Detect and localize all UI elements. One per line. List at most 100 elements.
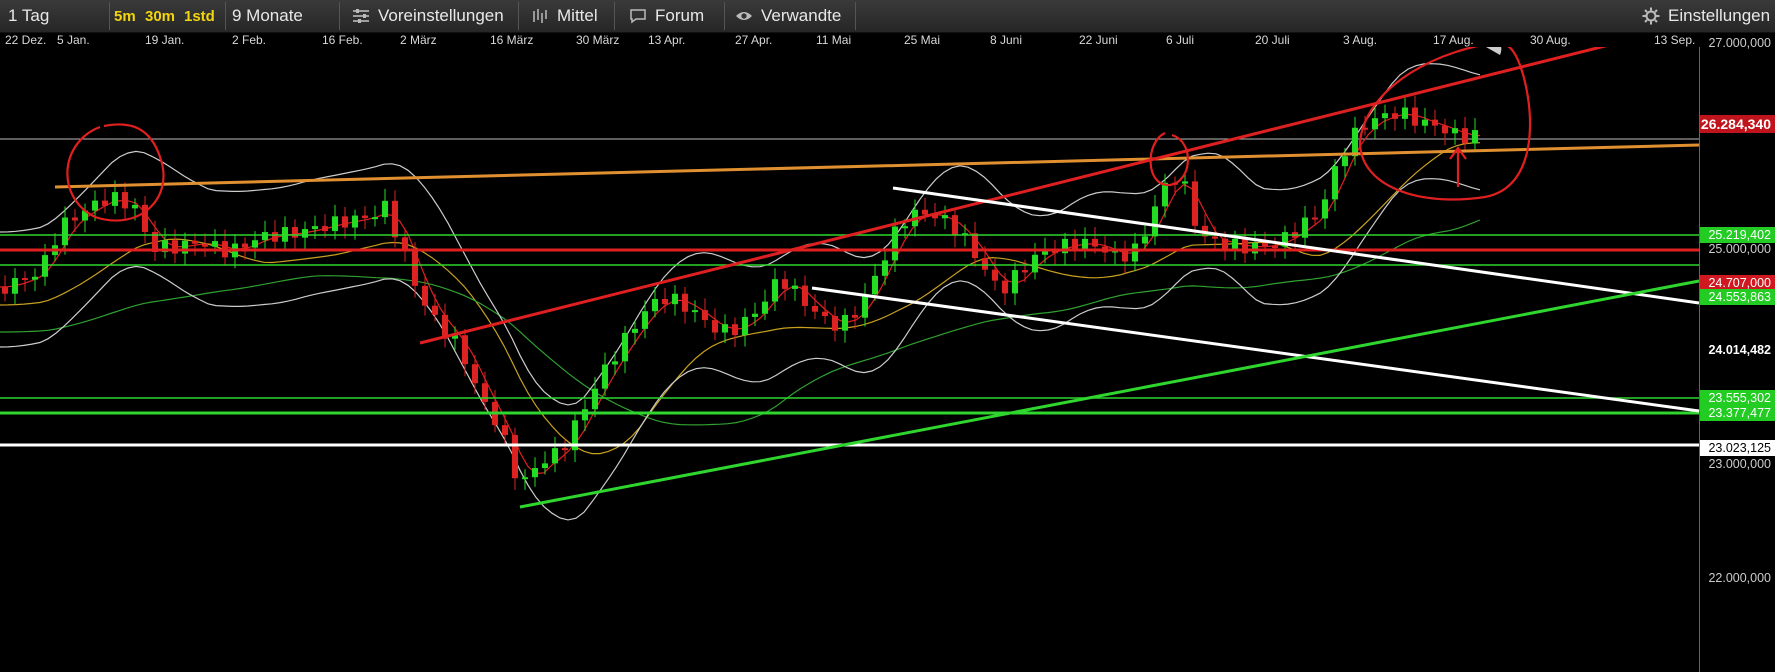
cursor-marker-icon: [1486, 47, 1502, 55]
forum-button[interactable]: Forum: [629, 2, 725, 30]
price-axis-label: 22.000,000: [1708, 571, 1771, 585]
price-axis-label: 27.000,000: [1708, 36, 1771, 50]
average-button[interactable]: Mittel: [531, 2, 615, 30]
date-label: 11 Mai: [816, 33, 852, 47]
candle-body: [992, 269, 998, 281]
chart-toolbar: 1 Tag 5m 30m 1std 9 Monate Voreinstellun…: [0, 0, 1775, 33]
candle-body: [1412, 107, 1418, 126]
candle-body: [612, 361, 618, 365]
candle-body: [1182, 181, 1188, 184]
timeframe-label: 1 Tag: [8, 6, 50, 25]
settings-button[interactable]: Einstellungen: [1642, 2, 1770, 30]
candle-body: [762, 301, 768, 314]
date-label: 30 Aug.: [1530, 33, 1571, 47]
candle-body: [462, 335, 468, 365]
date-label: 5 Jan.: [57, 33, 90, 47]
sliders-icon: [352, 8, 370, 24]
candle-body: [202, 243, 208, 247]
related-label: Verwandte: [761, 6, 842, 25]
date-label: 27 Apr.: [735, 33, 773, 47]
candle-body: [812, 305, 818, 312]
date-label: 8 Juni: [990, 33, 1023, 47]
candle-body: [522, 477, 528, 480]
candle-body: [722, 324, 728, 333]
timeframe-select[interactable]: 1 Tag: [0, 2, 110, 30]
candle-body: [182, 240, 188, 254]
interval-30m-label: 30m: [145, 7, 176, 25]
candle-body: [502, 425, 508, 436]
interval-1std-label: 1std: [184, 7, 215, 25]
candle-body: [692, 310, 698, 313]
date-label: 2 Feb.: [232, 33, 267, 47]
candle-body: [432, 305, 438, 315]
gear-icon: [1642, 7, 1660, 25]
candle-body: [212, 241, 218, 247]
interval-5m-button[interactable]: 5m: [114, 2, 136, 30]
date-label: 13 Apr.: [648, 33, 686, 47]
date-label: 6 Juli: [1166, 33, 1195, 47]
date-label: 13 Sep.: [1654, 33, 1696, 47]
date-label: 19 Jan.: [145, 33, 185, 47]
candle-body: [132, 204, 138, 209]
date-label: 25 Mai: [904, 33, 941, 47]
trendline-orange: [54, 143, 1700, 189]
candle-body: [632, 328, 638, 333]
interval-30m-button[interactable]: 30m: [145, 2, 175, 30]
trendline-red-rising: [419, 47, 1608, 345]
candle-body: [342, 216, 348, 228]
candle-body: [732, 324, 738, 336]
candle-body: [972, 233, 978, 259]
candle-body: [952, 215, 958, 236]
candle-body: [592, 388, 598, 410]
candle-body: [1152, 206, 1158, 237]
candle-body: [1022, 270, 1028, 273]
forum-label: Forum: [655, 6, 705, 25]
candle-body: [682, 293, 688, 312]
candle-body: [472, 364, 478, 384]
candle-body: [552, 448, 558, 464]
candle-body: [1212, 236, 1218, 239]
current-price-tag: 26.284,340: [1700, 115, 1775, 133]
speech-bubble-icon: [629, 8, 647, 24]
date-label: 17 Aug.: [1433, 33, 1474, 47]
candle-body: [1422, 119, 1428, 126]
price-tag-green: 23.377,477: [1700, 405, 1775, 421]
candle-body: [1012, 270, 1018, 294]
candle-body: [1032, 254, 1038, 273]
candle-body: [1332, 166, 1338, 200]
date-label: 20 Juli: [1255, 33, 1290, 47]
range-select[interactable]: 9 Monate: [232, 2, 340, 30]
candle-body: [1312, 217, 1318, 220]
date-label: 30 März: [576, 33, 620, 47]
candle-body: [272, 232, 278, 242]
candle-body: [832, 316, 838, 331]
candle-body: [582, 409, 588, 421]
candle-body: [262, 232, 268, 241]
candle-body: [1382, 113, 1388, 119]
candle-body: [902, 226, 908, 229]
candle-body: [1092, 238, 1098, 247]
candle-body: [352, 215, 358, 228]
candle-body: [842, 315, 848, 331]
candle-body: [782, 279, 788, 289]
candle-body: [872, 275, 878, 295]
candle-body: [12, 278, 18, 294]
presets-button[interactable]: Voreinstellungen: [352, 2, 519, 30]
candle-body: [1232, 238, 1238, 249]
drawn-trendlines: [0, 47, 1700, 509]
related-button[interactable]: Verwandte: [735, 2, 856, 30]
candle-body: [822, 311, 828, 317]
candle-body: [1002, 280, 1008, 294]
interval-5m-label: 5m: [114, 7, 136, 25]
price-tag-green: 24.553,863: [1700, 289, 1775, 305]
candle-body: [312, 226, 318, 230]
moving-average-medium: [0, 142, 1481, 455]
date-label: 22 Dez.: [5, 33, 47, 47]
candle-body: [102, 200, 108, 206]
interval-1std-button[interactable]: 1std: [184, 2, 226, 30]
price-tag-white: 23.023,125: [1700, 440, 1775, 456]
price-chart-canvas[interactable]: [0, 47, 1775, 672]
candle-body: [752, 313, 758, 317]
candle-body: [362, 215, 368, 219]
candle-body: [1462, 128, 1468, 144]
